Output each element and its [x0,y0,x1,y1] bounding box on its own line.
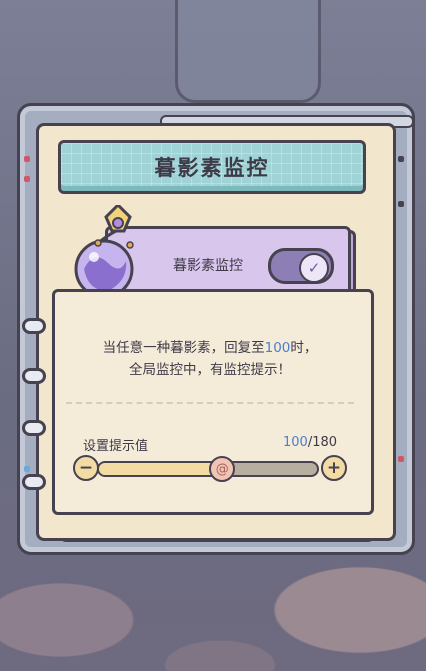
minus-icon: − [78,457,94,478]
notice-line-2: 全局监控中，有监控提示！ [129,362,291,378]
slider-fill [99,463,221,475]
potion-bottle-icon [74,205,134,295]
frame-rivet [398,456,404,462]
notice-line-1: 当任意一种暮影素，回复至100时， [60,337,360,359]
binder-ring [22,474,46,490]
frame-rivet [398,156,404,162]
binder-ring [22,368,46,384]
threshold-label: 设置提示值 [83,439,149,454]
binder-ring [22,420,46,436]
notice-text: 当任意一种暮影素，回复至100时， 全局监控中，有监控提示！ [60,337,360,381]
frame-rivet [24,156,30,162]
title-banner: 暮影素监控 [58,140,366,194]
monitor-toggle[interactable]: ✓ [268,248,334,284]
frame-rivet [398,201,404,207]
frame-rivet [24,176,30,182]
swirl-icon: @ [215,461,229,477]
threshold-current: 100 [283,435,308,450]
check-icon: ✓ [299,253,329,283]
increase-button[interactable]: + [321,455,347,481]
binder-ring [22,318,46,334]
background-tower [175,0,321,103]
decrease-button[interactable]: − [73,455,99,481]
page-title: 暮影素监控 [154,156,270,180]
threshold-value: 100/180 [283,435,337,450]
frame-rivet [24,466,30,472]
notice-line-1-suffix: 时， [290,340,318,356]
monitor-label: 暮影素监控 [173,258,243,274]
divider [66,402,354,404]
threshold-slider[interactable] [97,461,319,477]
notice-line-1-prefix: 当任意一种暮影素，回复至 [102,340,265,356]
notice-highlight-value: 100 [264,340,291,356]
threshold-max: 180 [312,435,338,450]
plus-icon: + [326,457,342,478]
